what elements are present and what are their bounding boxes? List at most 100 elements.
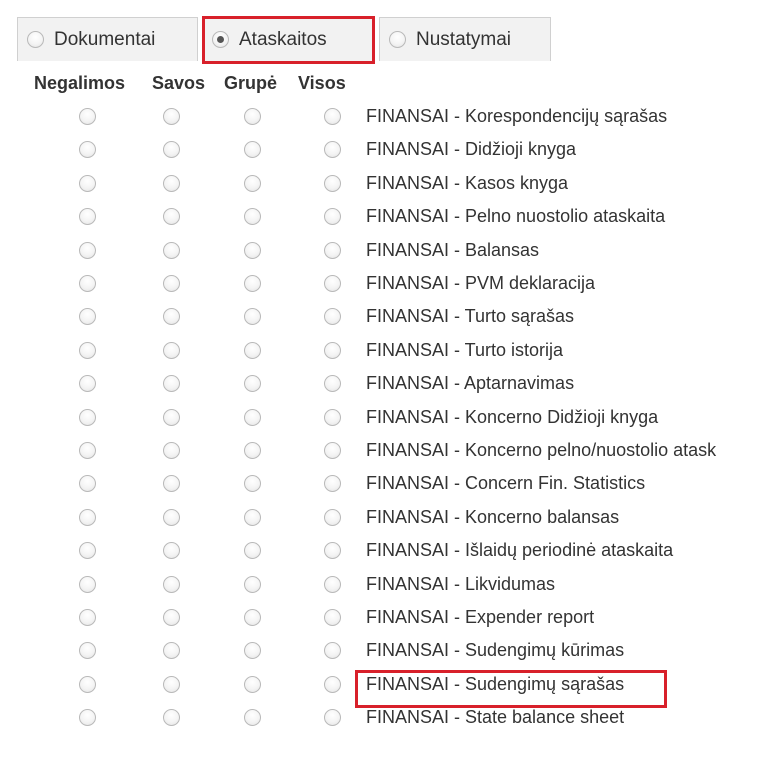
report-label: FINANSAI - Aptarnavimas [366,373,575,394]
report-label: FINANSAI - Išlaidų periodinė ataskaita [366,540,674,561]
radio-grupe[interactable] [244,375,261,393]
radio-visos[interactable] [324,542,341,560]
radio-negalimos[interactable] [79,609,96,626]
radio-visos[interactable] [324,508,341,526]
radio-savos[interactable] [163,575,180,593]
radio-visos[interactable] [324,141,341,159]
radio-negalimos[interactable] [79,108,96,125]
radio-savos[interactable] [163,408,180,426]
radio-visos[interactable] [324,408,341,426]
radio-grupe[interactable] [244,508,261,526]
radio-visos[interactable] [324,108,341,125]
radio-savos[interactable] [163,609,180,626]
radio-visos[interactable] [324,308,341,326]
report-row: FINANSAI - Expender report [0,601,781,634]
radio-negalimos[interactable] [79,174,96,192]
radio-grupe[interactable] [244,408,261,426]
radio-visos[interactable] [324,675,341,693]
column-negalimos: Negalimos [34,73,126,93]
report-row: FINANSAI - Turto sąrašas [0,300,781,333]
tab-nustatymai[interactable]: Nustatymai [379,17,551,61]
radio-visos[interactable] [324,442,341,459]
tab-dokumentai-radio[interactable] [27,31,44,48]
radio-savos[interactable] [163,642,180,660]
radio-savos[interactable] [163,375,180,393]
tab-ataskaitos-radio[interactable] [212,31,229,48]
radio-grupe[interactable] [244,575,261,593]
radio-savos[interactable] [163,241,180,259]
tab-nustatymai-radio[interactable] [389,31,406,48]
radio-grupe[interactable] [244,174,261,192]
radio-savos[interactable] [163,542,180,560]
radio-negalimos[interactable] [79,675,96,693]
radio-grupe[interactable] [244,141,261,159]
radio-negalimos[interactable] [79,542,96,560]
report-row: FINANSAI - Koncerno balansas [0,501,781,534]
radio-grupe[interactable] [244,308,261,326]
radio-negalimos[interactable] [79,141,96,159]
radio-visos[interactable] [324,642,341,660]
column-visos: Visos [298,73,346,93]
radio-grupe[interactable] [244,709,261,727]
radio-grupe[interactable] [244,108,261,125]
tab-ataskaitos[interactable]: Ataskaitos [202,17,374,61]
radio-savos[interactable] [163,341,180,359]
report-label: FINANSAI - State balance sheet [366,707,625,728]
radio-savos[interactable] [163,709,180,727]
radio-savos[interactable] [163,275,180,292]
report-row: FINANSAI - Didžioji knyga [0,133,781,166]
tab-dokumentai[interactable]: Dokumentai [17,17,198,61]
radio-savos[interactable] [163,508,180,526]
radio-visos[interactable] [324,709,341,727]
radio-savos[interactable] [163,108,180,125]
radio-grupe[interactable] [244,275,261,292]
radio-grupe[interactable] [244,542,261,560]
radio-visos[interactable] [324,208,341,226]
radio-savos[interactable] [163,141,180,159]
report-label: FINANSAI - Turto istorija [366,339,564,360]
report-label: FINANSAI - Sudengimų kūrimas [366,640,625,661]
radio-savos[interactable] [163,442,180,459]
radio-visos[interactable] [324,475,341,493]
radio-grupe[interactable] [244,442,261,459]
radio-savos[interactable] [163,208,180,226]
tab-dokumentai-label: Dokumentai [54,28,156,50]
radio-negalimos[interactable] [79,408,96,426]
radio-savos[interactable] [163,675,180,693]
radio-negalimos[interactable] [79,508,96,526]
radio-visos[interactable] [324,609,341,626]
radio-negalimos[interactable] [79,575,96,593]
radio-visos[interactable] [324,375,341,393]
report-row: FINANSAI - Aptarnavimas [0,367,781,400]
radio-negalimos[interactable] [79,208,96,226]
report-row: FINANSAI - Kasos knyga [0,167,781,200]
radio-grupe[interactable] [244,241,261,259]
radio-visos[interactable] [324,275,341,292]
report-label: FINANSAI - Didžioji knyga [366,139,577,160]
radio-negalimos[interactable] [79,275,96,292]
radio-negalimos[interactable] [79,341,96,359]
radio-visos[interactable] [324,575,341,593]
report-row: FINANSAI - Turto istorija [0,334,781,367]
radio-savos[interactable] [163,308,180,326]
radio-visos[interactable] [324,174,341,192]
radio-visos[interactable] [324,341,341,359]
radio-negalimos[interactable] [79,475,96,493]
radio-grupe[interactable] [244,341,261,359]
radio-grupe[interactable] [244,475,261,493]
radio-savos[interactable] [163,174,180,192]
radio-grupe[interactable] [244,642,261,660]
radio-grupe[interactable] [244,675,261,693]
radio-negalimos[interactable] [79,308,96,326]
radio-negalimos[interactable] [79,375,96,393]
radio-negalimos[interactable] [79,442,96,459]
radio-negalimos[interactable] [79,709,96,727]
column-savos: Savos [152,73,206,93]
radio-grupe[interactable] [244,609,261,626]
report-label: FINANSAI - Likvidumas [366,573,556,594]
radio-negalimos[interactable] [79,241,96,259]
radio-negalimos[interactable] [79,642,96,660]
radio-visos[interactable] [324,241,341,259]
radio-grupe[interactable] [244,208,261,226]
radio-savos[interactable] [163,475,180,493]
